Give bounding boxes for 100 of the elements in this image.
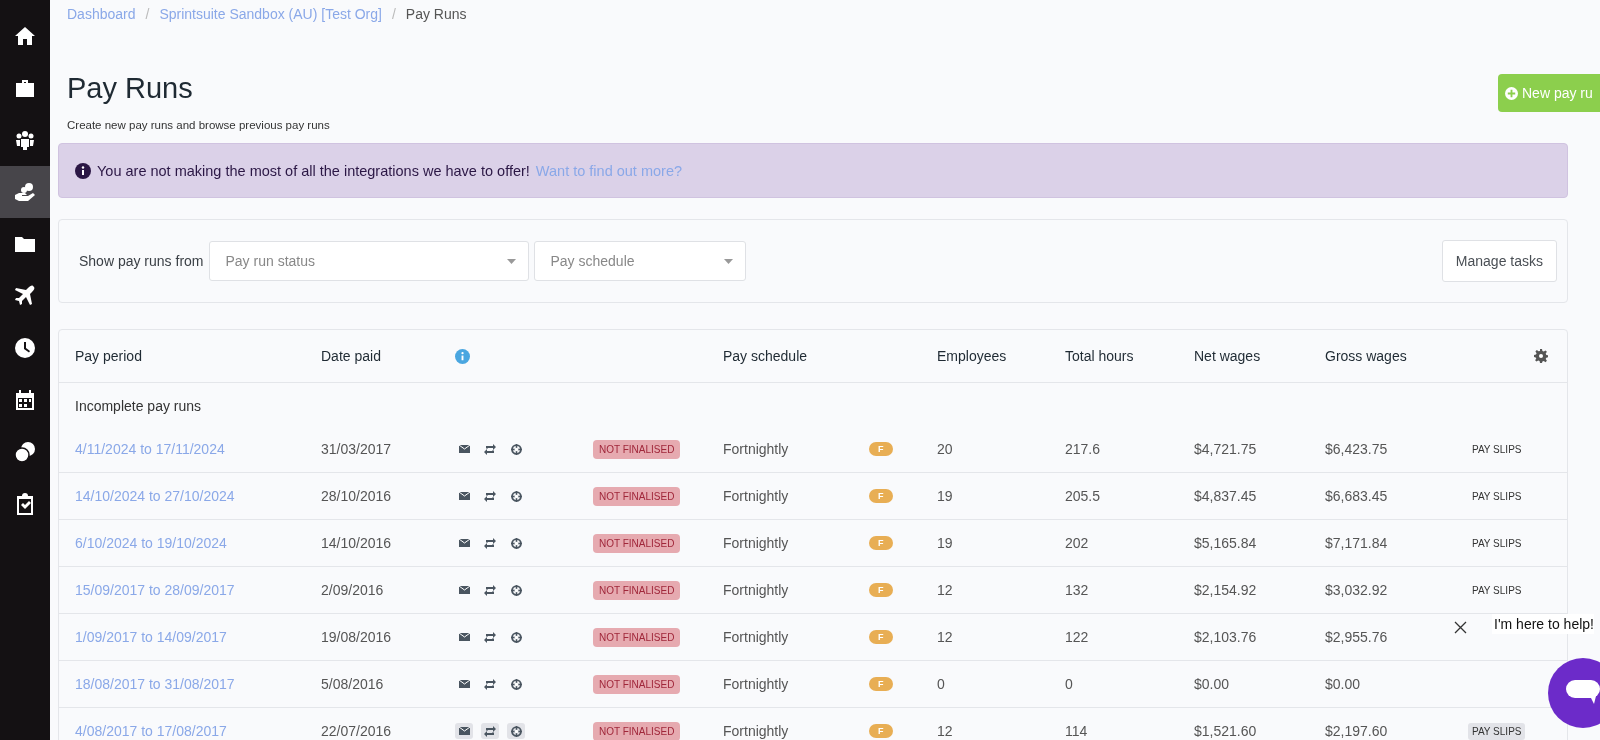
sync-icon[interactable] bbox=[484, 631, 496, 643]
schedule-badge: F bbox=[869, 677, 893, 691]
envelope-icon[interactable] bbox=[458, 680, 470, 688]
table-cell-text: Fortnightly bbox=[723, 676, 790, 692]
clock-icon bbox=[14, 337, 36, 359]
lifebuoy-icon[interactable] bbox=[510, 584, 522, 596]
table-cell-text: $2,103.76 bbox=[1194, 629, 1258, 645]
table-cell-text: $2,955.76 bbox=[1325, 629, 1389, 645]
sync-icon[interactable] bbox=[484, 584, 496, 596]
table-cell-text: Fortnightly bbox=[723, 629, 790, 645]
plane-icon bbox=[14, 285, 36, 307]
sidebar-item[interactable] bbox=[0, 166, 50, 218]
schedule-badge: F bbox=[869, 536, 893, 550]
lifebuoy-icon[interactable] bbox=[510, 490, 522, 502]
lifebuoy-icon[interactable] bbox=[510, 537, 522, 549]
table-cell-text: Fortnightly bbox=[723, 441, 790, 457]
pay-period-link[interactable]: 4/11/2024 to 17/11/2024 bbox=[75, 441, 321, 457]
new-pay-run-button[interactable]: New pay ru bbox=[1498, 74, 1600, 112]
hand-coin-icon bbox=[14, 181, 36, 203]
breadcrumb-link[interactable]: Dashboard bbox=[67, 6, 136, 28]
home-icon bbox=[14, 25, 36, 47]
find-out-more-link[interactable]: Want to find out more? bbox=[535, 162, 682, 179]
column-header: Pay period bbox=[75, 348, 143, 364]
pay-slips-link[interactable]: PAY SLIPS bbox=[1468, 581, 1526, 599]
lifebuoy-icon[interactable] bbox=[510, 631, 522, 643]
lifebuoy-icon[interactable] bbox=[510, 725, 522, 737]
column-header: Net wages bbox=[1194, 348, 1262, 364]
column-header: Date paid bbox=[321, 348, 382, 364]
speech-bubble-icon bbox=[1566, 680, 1600, 706]
table-cell-text: $4,721.75 bbox=[1194, 441, 1258, 457]
pay-period-link[interactable]: 14/10/2024 to 27/10/2024 bbox=[75, 488, 321, 504]
envelope-icon[interactable] bbox=[458, 539, 470, 547]
status-badge: NOT FINALISED bbox=[593, 533, 681, 553]
table-cell-text: $4,837.45 bbox=[1194, 488, 1258, 504]
pay-period-link[interactable]: 1/09/2017 to 14/09/2017 bbox=[75, 629, 321, 645]
table-cell-text: 132 bbox=[1065, 582, 1090, 598]
table-cell-text: 28/10/2016 bbox=[321, 488, 393, 504]
pay-period-link[interactable]: 18/08/2017 to 31/08/2017 bbox=[75, 676, 321, 692]
envelope-icon[interactable] bbox=[458, 727, 470, 735]
breadcrumb-separator: / bbox=[145, 6, 150, 24]
table-cell-text: Fortnightly bbox=[723, 488, 790, 504]
table-cell-text: $5,165.84 bbox=[1194, 535, 1258, 551]
sync-icon[interactable] bbox=[484, 537, 496, 549]
status-badge: NOT FINALISED bbox=[593, 627, 681, 647]
table-cell-text: 5/08/2016 bbox=[321, 676, 385, 692]
envelope-icon[interactable] bbox=[458, 633, 470, 641]
table-cell-text: 19 bbox=[937, 535, 954, 551]
sync-icon[interactable] bbox=[484, 678, 496, 690]
table-cell-text: 19/08/2016 bbox=[321, 629, 393, 645]
schedule-badge: F bbox=[869, 724, 893, 738]
pay-period-link[interactable]: 6/10/2024 to 19/10/2024 bbox=[75, 535, 321, 551]
select-field[interactable]: Pay run status bbox=[208, 241, 529, 281]
table-cell-text: $6,423.75 bbox=[1325, 441, 1389, 457]
table-cell-text: 12 bbox=[937, 629, 954, 645]
briefcase-icon bbox=[14, 77, 36, 99]
coins-icon bbox=[14, 441, 36, 463]
status-badge: NOT FINALISED bbox=[593, 674, 681, 694]
table-cell-text: 114 bbox=[1065, 723, 1089, 739]
table-cell-text: $1,521.60 bbox=[1194, 723, 1258, 739]
pay-slips-link[interactable]: PAY SLIPS bbox=[1468, 534, 1526, 552]
pay-period-link[interactable]: 15/09/2017 to 28/09/2017 bbox=[75, 582, 321, 598]
info-icon bbox=[75, 162, 91, 179]
pay-slips-link[interactable]: PAY SLIPS bbox=[1468, 722, 1526, 740]
table-cell-text: 0 bbox=[1065, 676, 1074, 692]
table-cell-text: $2,197.60 bbox=[1325, 723, 1389, 739]
schedule-badge: F bbox=[869, 630, 893, 644]
info-icon[interactable] bbox=[455, 348, 470, 364]
pay-slips-link[interactable]: PAY SLIPS bbox=[1468, 487, 1526, 505]
table-cell-text: 22/07/2016 bbox=[321, 723, 393, 739]
sync-icon[interactable] bbox=[484, 490, 496, 502]
envelope-icon[interactable] bbox=[458, 445, 470, 453]
table-cell-text: 19 bbox=[937, 488, 954, 504]
sync-icon[interactable] bbox=[484, 725, 496, 737]
close-icon[interactable] bbox=[1454, 621, 1467, 634]
envelope-icon[interactable] bbox=[458, 586, 470, 594]
table-cell-text: $2,154.92 bbox=[1194, 582, 1258, 598]
column-header: Gross wages bbox=[1325, 348, 1408, 364]
sync-icon[interactable] bbox=[484, 443, 496, 455]
clipboard-icon bbox=[14, 493, 36, 515]
lifebuoy-icon[interactable] bbox=[510, 443, 522, 455]
select-field[interactable]: Pay schedule bbox=[533, 241, 746, 281]
envelope-icon[interactable] bbox=[458, 492, 470, 500]
banner-message: You are not making the most of all the integrations we have to offer! bbox=[97, 162, 530, 179]
table-cell-text: 20 bbox=[937, 441, 954, 457]
manage-tasks-button[interactable]: Manage tasks bbox=[1441, 240, 1557, 282]
column-header: Pay schedule bbox=[723, 348, 809, 364]
table-cell-text: 12 bbox=[937, 723, 954, 739]
pay-slips-link[interactable]: PAY SLIPS bbox=[1468, 440, 1526, 458]
table-cell-text: 14/10/2016 bbox=[321, 535, 393, 551]
chat-message: I'm here to help! bbox=[1492, 614, 1594, 634]
settings-icon[interactable] bbox=[1534, 349, 1548, 363]
status-badge: NOT FINALISED bbox=[593, 486, 681, 506]
table-cell-text: 2/09/2016 bbox=[321, 582, 385, 598]
lifebuoy-icon[interactable] bbox=[510, 678, 522, 690]
people-icon bbox=[14, 129, 36, 151]
table-cell-text: Fortnightly bbox=[723, 723, 790, 739]
breadcrumb-link[interactable]: Sprintsuite Sandbox (AU) [Test Org] bbox=[159, 6, 382, 28]
table-cell-text: 122 bbox=[1065, 629, 1090, 645]
pay-period-link[interactable]: 4/08/2017 to 17/08/2017 bbox=[75, 723, 321, 739]
table-cell-text: $0.00 bbox=[1194, 676, 1231, 692]
